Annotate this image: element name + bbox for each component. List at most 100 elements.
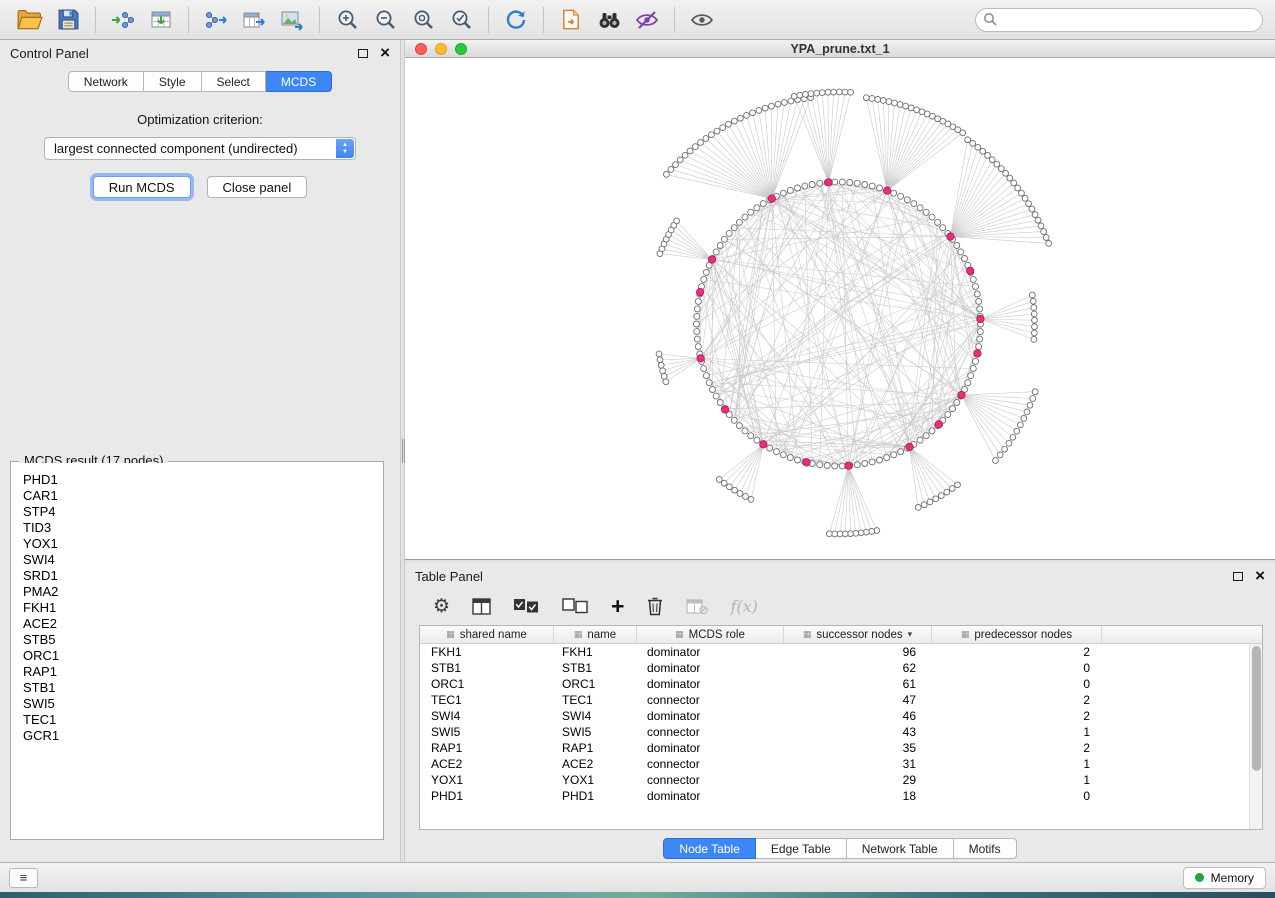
mcds-result-item[interactable]: SRD1: [23, 568, 382, 584]
cell-mcds-role: connector: [637, 692, 784, 708]
table-row[interactable]: TEC1TEC1connector472: [420, 692, 1262, 708]
table-panel-title: Table Panel: [415, 569, 483, 584]
show-hidden-eye-icon: [690, 9, 714, 31]
column-header-shared-name[interactable]: ▦ shared name: [420, 626, 554, 643]
close-table-panel-icon[interactable]: ×: [1255, 570, 1265, 582]
table-row[interactable]: ORC1ORC1dominator610: [420, 676, 1262, 692]
search-input[interactable]: [975, 8, 1263, 32]
mcds-result-item[interactable]: CAR1: [23, 488, 382, 504]
export-image-button[interactable]: [274, 4, 310, 36]
cell-successor-nodes: 61: [784, 676, 932, 692]
cell-successor-nodes: 31: [784, 756, 932, 772]
memory-button[interactable]: Memory: [1183, 867, 1266, 889]
refresh-view-button[interactable]: [498, 4, 534, 36]
cell-mcds-role: connector: [637, 724, 784, 740]
zoom-fit-button[interactable]: [405, 4, 441, 36]
deselect-all-icon: [562, 598, 589, 614]
close-panel-button[interactable]: Close panel: [207, 176, 308, 198]
table-row[interactable]: PHD1PHD1dominator180: [420, 788, 1262, 804]
toolbar-separator: [674, 7, 675, 33]
tab-mcds[interactable]: MCDS: [266, 71, 332, 92]
column-header-predecessor-nodes[interactable]: ▦ predecessor nodes: [932, 626, 1102, 643]
scrollbar-thumb[interactable]: [1252, 646, 1261, 771]
trash-icon: [646, 596, 664, 616]
clone-network-icon: [560, 8, 583, 31]
mcds-result-item[interactable]: ORC1: [23, 648, 382, 664]
export-network-button[interactable]: [198, 4, 234, 36]
open-file-button[interactable]: [12, 4, 48, 36]
zoom-selected-button[interactable]: [443, 4, 479, 36]
save-session-button[interactable]: [50, 4, 86, 36]
tab-motifs[interactable]: Motifs: [954, 838, 1017, 859]
save-icon: [57, 8, 80, 31]
mcds-result-item[interactable]: TEC1: [23, 712, 382, 728]
mcds-result-item[interactable]: TID3: [23, 520, 382, 536]
show-hidden-button[interactable]: [684, 4, 720, 36]
tab-network[interactable]: Network: [68, 71, 144, 92]
mcds-result-item[interactable]: SWI4: [23, 552, 382, 568]
table-row[interactable]: SWI5SWI5connector431: [420, 724, 1262, 740]
column-header-name[interactable]: ▦ name: [554, 626, 637, 643]
show-columns-button[interactable]: [472, 591, 491, 621]
panel-splitter[interactable]: [400, 40, 405, 862]
mcds-result-item[interactable]: STB1: [23, 680, 382, 696]
status-menu-button[interactable]: ≡: [9, 868, 38, 888]
tab-select[interactable]: Select: [202, 71, 266, 92]
column-header-mcds-role[interactable]: ▦ MCDS role: [637, 626, 784, 643]
tab-edge-table[interactable]: Edge Table: [756, 838, 847, 859]
window-minimize-button[interactable]: [435, 43, 447, 55]
toolbar-separator: [95, 7, 96, 33]
cell-successor-nodes: 35: [784, 740, 932, 756]
table-settings-button[interactable]: ⚙: [433, 591, 450, 621]
mcds-result-item[interactable]: SWI5: [23, 696, 382, 712]
mcds-result-item[interactable]: STB5: [23, 632, 382, 648]
select-all-rows-button[interactable]: [513, 591, 540, 621]
cell-name: YOX1: [554, 772, 637, 788]
mcds-result-item[interactable]: FKH1: [23, 600, 382, 616]
window-close-button[interactable]: [415, 43, 427, 55]
deselect-all-rows-button[interactable]: [562, 591, 589, 621]
cell-name: ORC1: [554, 676, 637, 692]
table-vertical-scrollbar[interactable]: [1249, 644, 1262, 829]
zoom-in-button[interactable]: [329, 4, 365, 36]
column-header-successor-nodes[interactable]: ▦ successor nodes ▾: [784, 626, 932, 643]
table-row[interactable]: FKH1FKH1dominator962: [420, 644, 1262, 660]
table-row[interactable]: ACE2ACE2connector311: [420, 756, 1262, 772]
delete-column-button[interactable]: [646, 591, 664, 621]
mcds-result-item[interactable]: ACE2: [23, 616, 382, 632]
mcds-result-item[interactable]: STP4: [23, 504, 382, 520]
run-mcds-button[interactable]: Run MCDS: [93, 176, 191, 198]
mcds-result-item[interactable]: GCR1: [23, 728, 382, 744]
menu-icon: ≡: [20, 870, 28, 885]
tab-network-table[interactable]: Network Table: [847, 838, 954, 859]
mcds-result-item[interactable]: RAP1: [23, 664, 382, 680]
table-row[interactable]: STB1STB1dominator620: [420, 660, 1262, 676]
node-table-body: FKH1FKH1dominator962STB1STB1dominator620…: [420, 644, 1262, 804]
cell-predecessor-nodes: 2: [932, 708, 1102, 724]
export-table-button[interactable]: [236, 4, 272, 36]
sort-descending-icon: ▾: [908, 629, 913, 640]
zoom-out-button[interactable]: [367, 4, 403, 36]
network-canvas[interactable]: [405, 58, 1275, 559]
mcds-result-item[interactable]: PMA2: [23, 584, 382, 600]
table-row[interactable]: YOX1YOX1connector291: [420, 772, 1262, 788]
first-neighbors-button[interactable]: [591, 4, 627, 36]
float-table-panel-icon[interactable]: [1233, 572, 1243, 581]
mcds-result-item[interactable]: PHD1: [23, 472, 382, 488]
close-panel-icon[interactable]: ×: [380, 47, 390, 59]
criterion-dropdown[interactable]: largest connected component (undirected)…: [44, 137, 356, 160]
mcds-result-item[interactable]: YOX1: [23, 536, 382, 552]
tab-style[interactable]: Style: [144, 71, 202, 92]
import-table-button[interactable]: [143, 4, 179, 36]
mcds-result-list: PHD1CAR1STP4TID3YOX1SWI4SRD1PMA2FKH1ACE2…: [12, 463, 382, 838]
table-row[interactable]: SWI4SWI4dominator462: [420, 708, 1262, 724]
add-column-button[interactable]: +: [611, 591, 624, 621]
table-row[interactable]: RAP1RAP1dominator352: [420, 740, 1262, 756]
hide-selected-button[interactable]: [629, 4, 665, 36]
float-panel-icon[interactable]: [358, 49, 368, 58]
clone-network-button[interactable]: [553, 4, 589, 36]
window-zoom-button[interactable]: [455, 43, 467, 55]
tab-node-table[interactable]: Node Table: [663, 838, 756, 859]
cell-mcds-role: connector: [637, 756, 784, 772]
import-network-button[interactable]: [105, 4, 141, 36]
